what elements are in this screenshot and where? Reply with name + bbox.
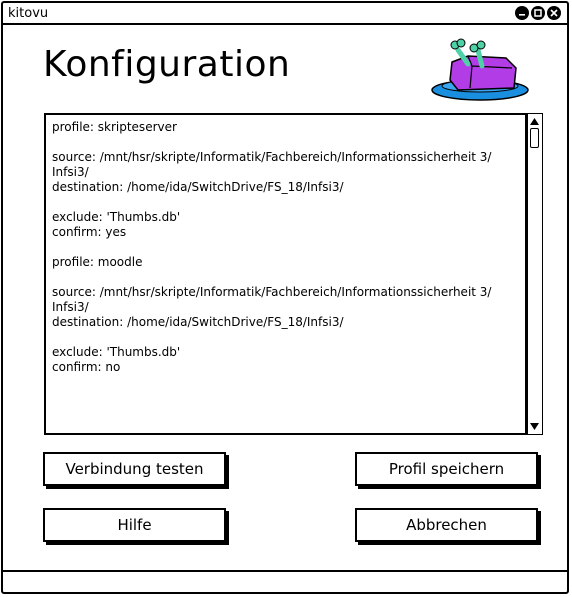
window-controls xyxy=(515,6,561,20)
maximize-icon xyxy=(534,9,542,17)
triangle-up-icon xyxy=(530,118,539,125)
title-bar[interactable]: kitovu xyxy=(3,3,567,25)
test-connection-button[interactable]: Verbindung testen xyxy=(43,452,226,486)
meat-logo-icon xyxy=(431,38,529,101)
config-text[interactable]: profile: skripteserver source: /mnt/hsr/… xyxy=(52,120,521,429)
close-button[interactable] xyxy=(547,6,561,20)
triangle-down-icon xyxy=(530,423,539,430)
status-bar xyxy=(3,570,567,592)
maximize-button[interactable] xyxy=(531,6,545,20)
cancel-button[interactable]: Abbrechen xyxy=(355,508,538,542)
scroll-thumb[interactable] xyxy=(530,128,539,148)
vertical-scrollbar[interactable] xyxy=(527,113,543,435)
scroll-down-button[interactable] xyxy=(528,420,541,433)
save-profile-button[interactable]: Profil speichern xyxy=(355,452,538,486)
config-textarea[interactable]: profile: skripteserver source: /mnt/hsr/… xyxy=(44,113,527,435)
minimize-button[interactable] xyxy=(515,6,529,20)
app-window: kitovu Konfiguration profile: skripteser… xyxy=(1,1,569,594)
scroll-up-button[interactable] xyxy=(528,115,541,128)
page-title: Konfiguration xyxy=(43,44,291,85)
help-button[interactable]: Hilfe xyxy=(43,508,226,542)
close-icon xyxy=(550,9,558,17)
window-title: kitovu xyxy=(8,6,49,21)
minimize-icon xyxy=(519,14,525,16)
